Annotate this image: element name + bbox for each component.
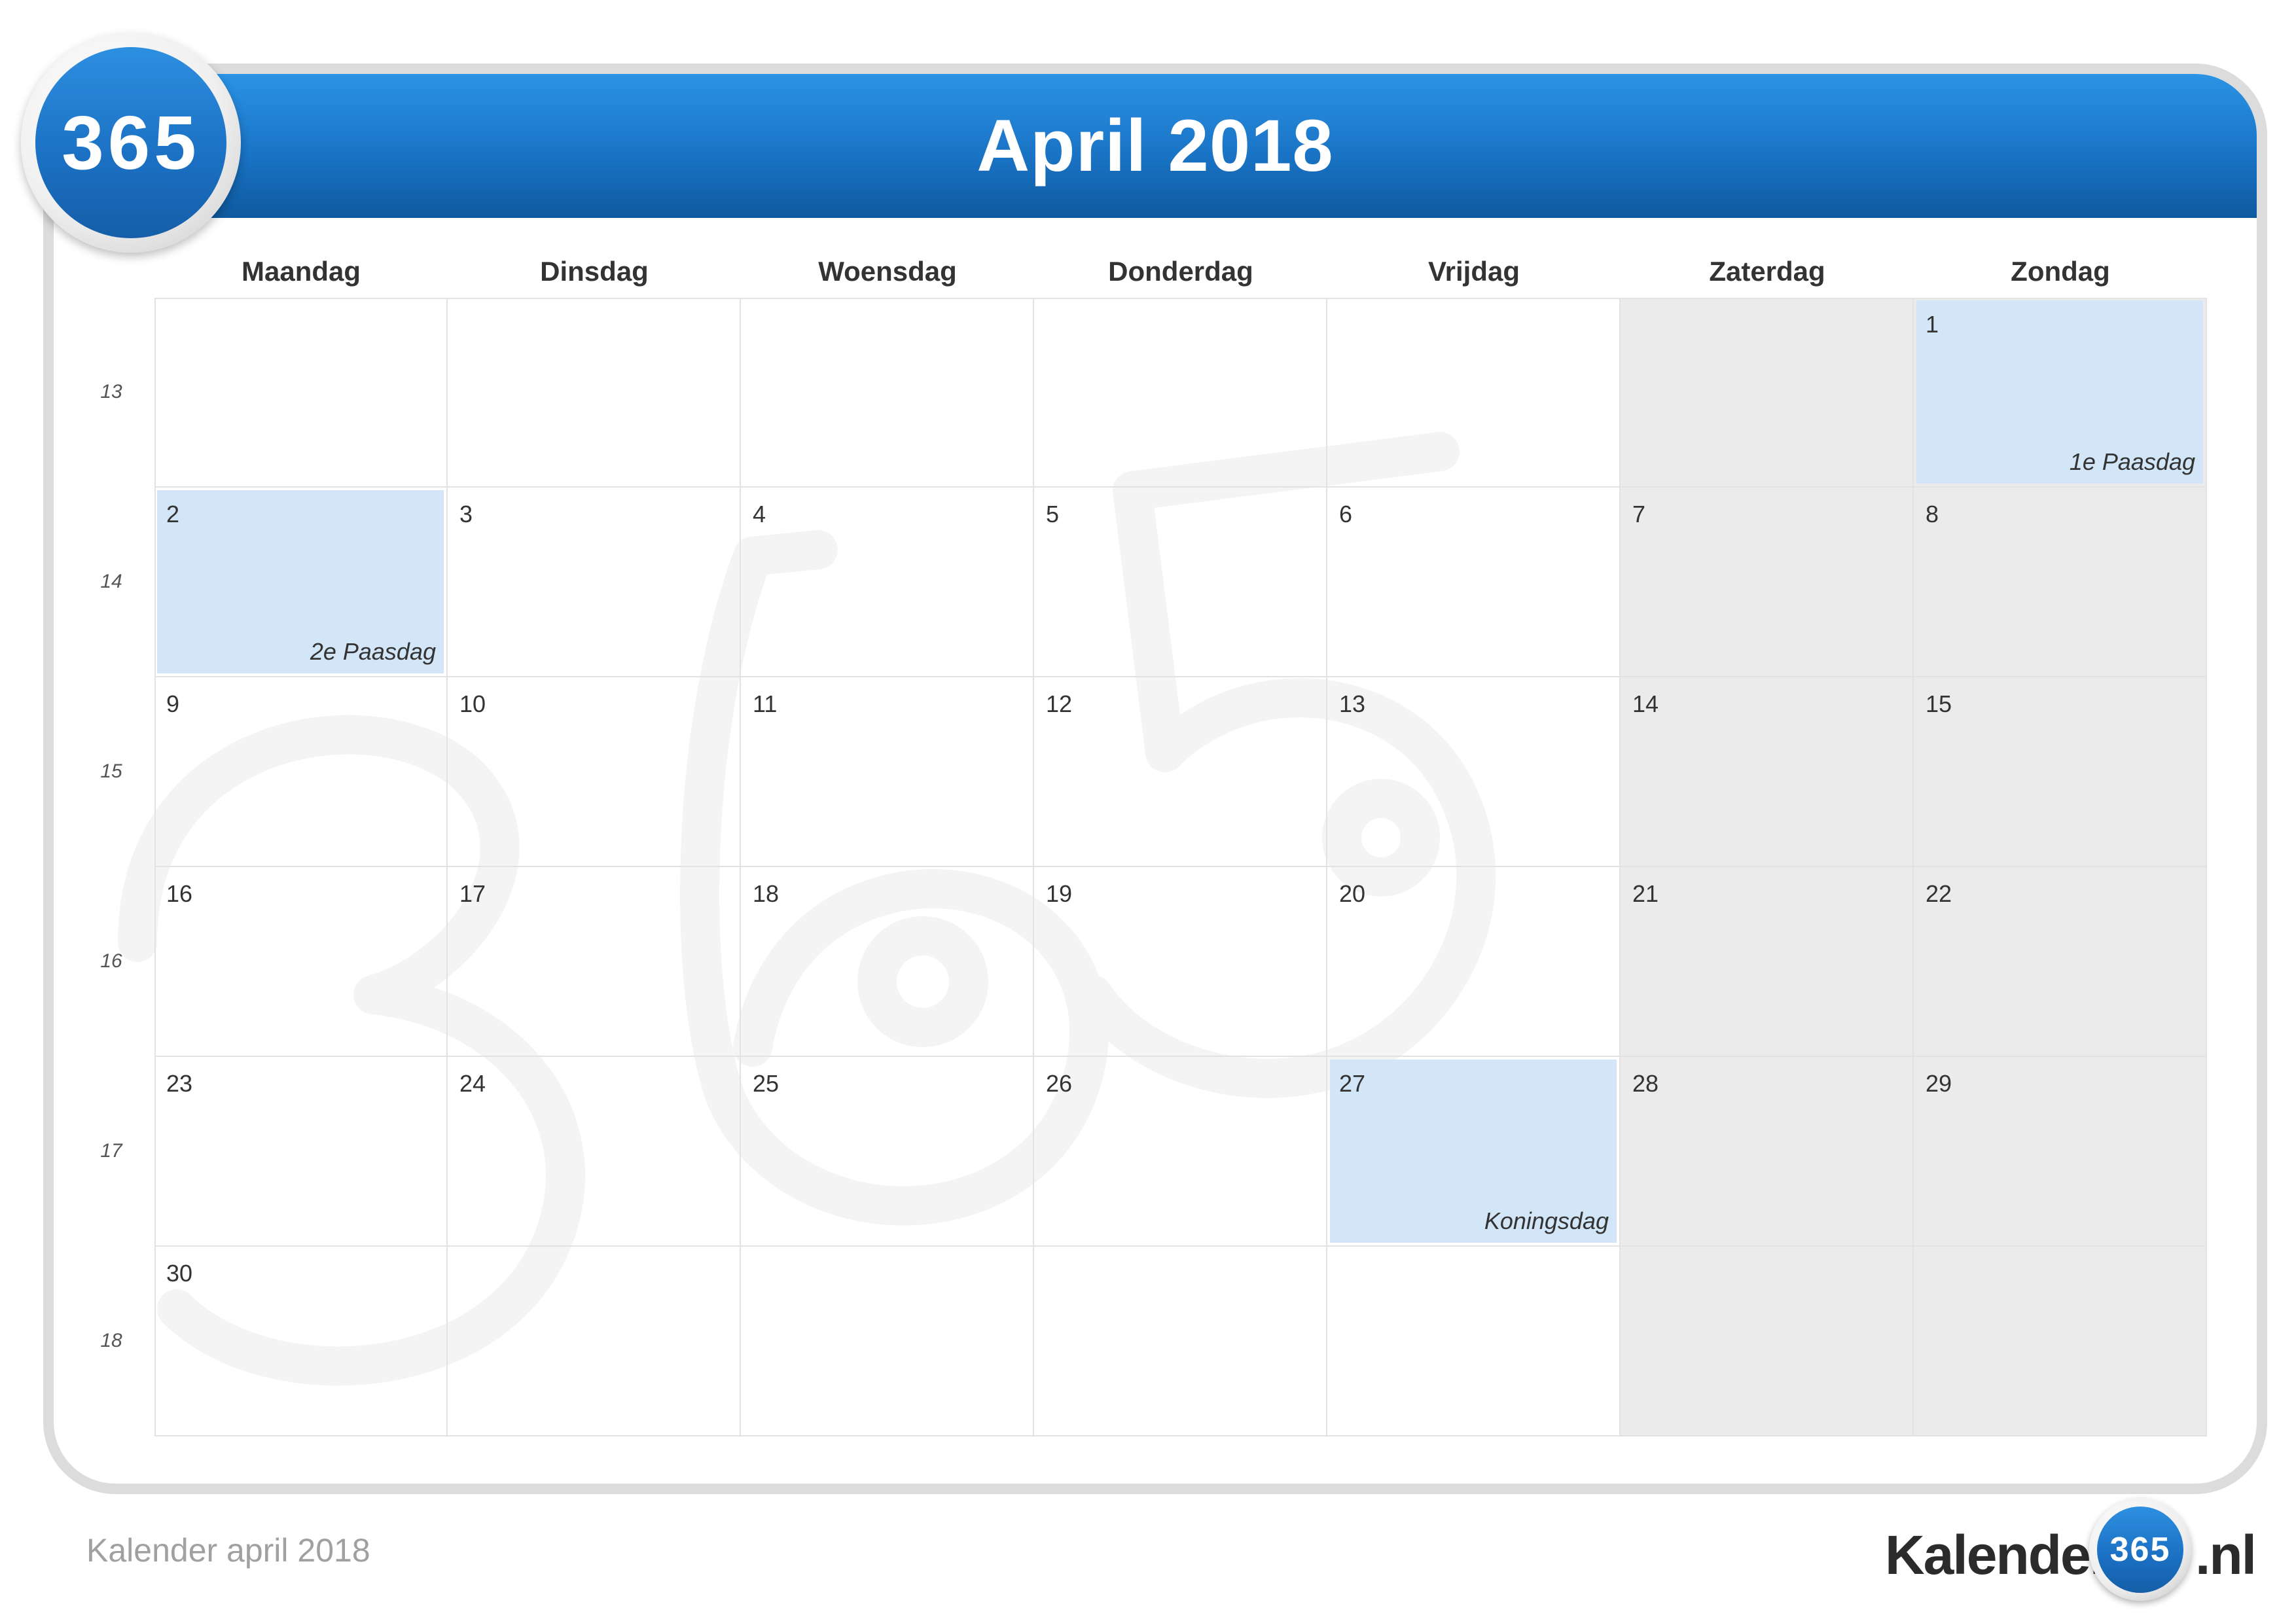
day-cell[interactable]: 10 [448, 677, 741, 867]
badge-365-text: 365 [35, 47, 226, 238]
weekday-header: Donderdag [1108, 256, 1253, 287]
day-cell[interactable]: 17 [448, 867, 741, 1057]
day-cell[interactable]: 25 [741, 1057, 1034, 1247]
calendar-grid: 30 29 28 27 Koningsdag 26 25 24 23 22 21 20 19 18 17 16… [154, 298, 2207, 1436]
empty-day-cell [741, 1247, 1034, 1436]
empty-day-cell [1621, 1247, 1914, 1436]
day-number: 2 [166, 501, 180, 527]
day-number: 22 [1926, 880, 1952, 907]
week-number: 13 [100, 381, 122, 402]
empty-day-cell [741, 298, 1034, 488]
day-number: 19 [1046, 880, 1073, 907]
weekday-header: Zaterdag [1709, 256, 1825, 287]
day-cell[interactable]: 27 Koningsdag [1327, 1057, 1621, 1247]
day-number: 1 [1926, 311, 1939, 338]
logo-badge-text: 365 [2097, 1507, 2183, 1593]
day-number: 21 [1632, 880, 1659, 907]
day-cell[interactable]: 11 [741, 677, 1034, 867]
holiday-name: Koningsdag [1484, 1207, 1609, 1234]
day-number: 28 [1632, 1070, 1659, 1097]
empty-day-cell [154, 298, 448, 488]
footer-caption: Kalender april 2018 [86, 1532, 370, 1569]
day-number: 11 [753, 690, 778, 717]
day-cell[interactable]: 3 [448, 488, 741, 677]
day-cell[interactable]: 30 [154, 1247, 448, 1436]
day-number: 6 [1339, 501, 1353, 527]
day-number: 5 [1046, 501, 1060, 527]
day-cell[interactable]: 4 [741, 488, 1034, 677]
day-cell[interactable]: 29 [1914, 1057, 2207, 1247]
day-number: 12 [1046, 690, 1073, 717]
day-number: 14 [1632, 690, 1659, 717]
day-number: 26 [1046, 1070, 1073, 1097]
day-number: 25 [753, 1070, 780, 1097]
day-number: 24 [459, 1070, 486, 1097]
week-number: 15 [100, 760, 122, 782]
empty-day-cell [448, 1247, 741, 1436]
weekday-header: Vrijdag [1427, 256, 1520, 287]
day-cell[interactable]: 6 [1327, 488, 1621, 677]
badge-365: 365 [21, 33, 241, 253]
empty-day-cell [1034, 298, 1327, 488]
day-cell[interactable]: 20 [1327, 867, 1621, 1057]
day-number: 27 [1339, 1070, 1366, 1097]
weekday-header: Zondag [2011, 256, 2110, 287]
day-cell[interactable]: 28 [1621, 1057, 1914, 1247]
day-number: 13 [1339, 690, 1366, 717]
day-cell[interactable]: 26 [1034, 1057, 1327, 1247]
empty-day-cell [1034, 1247, 1327, 1436]
week-number: 16 [100, 950, 122, 972]
empty-day-cell [1621, 298, 1914, 488]
day-cell[interactable]: 15 [1914, 677, 2207, 867]
day-cell[interactable]: 18 [741, 867, 1034, 1057]
weekday-header: Maandag [241, 256, 361, 287]
holiday-name: 1e Paasdag [2069, 448, 2195, 475]
day-cell[interactable]: 5 [1034, 488, 1327, 677]
day-cell[interactable]: 16 [154, 867, 448, 1057]
logo-badge: 365 [2089, 1499, 2191, 1601]
day-number: 9 [166, 690, 180, 717]
day-number: 10 [459, 690, 486, 717]
empty-day-cell [1327, 298, 1621, 488]
day-cell[interactable]: 14 [1621, 677, 1914, 867]
day-cell[interactable]: 1 1e Paasdag [1914, 298, 2207, 488]
day-cell[interactable]: 13 [1327, 677, 1621, 867]
day-number: 29 [1926, 1070, 1952, 1097]
week-number: 14 [100, 571, 122, 592]
week-number: 18 [100, 1330, 122, 1351]
day-cell[interactable]: 8 [1914, 488, 2207, 677]
day-number: 15 [1926, 690, 1952, 717]
day-number: 30 [166, 1260, 193, 1287]
week-number: 17 [100, 1140, 122, 1162]
day-number: 4 [753, 501, 766, 527]
day-cell[interactable]: 19 [1034, 867, 1327, 1057]
day-cell[interactable]: 12 [1034, 677, 1327, 867]
day-number: 20 [1339, 880, 1366, 907]
day-number: 17 [459, 880, 486, 907]
holiday-name: 2e Paasdag [310, 638, 436, 665]
day-cell[interactable]: 22 [1914, 867, 2207, 1057]
month-title: April 2018 [977, 105, 1334, 187]
weekday-header: Dinsdag [540, 256, 649, 287]
day-number: 18 [753, 880, 780, 907]
weekday-header: Woensdag [818, 256, 957, 287]
empty-day-cell [448, 298, 741, 488]
empty-day-cell [1914, 1247, 2207, 1436]
day-cell[interactable]: 9 [154, 677, 448, 867]
empty-day-cell [1327, 1247, 1621, 1436]
day-number: 23 [166, 1070, 193, 1097]
logo-text-suffix: .nl [2195, 1524, 2257, 1586]
day-number: 8 [1926, 501, 1939, 527]
day-cell[interactable]: 21 [1621, 867, 1914, 1057]
day-cell[interactable]: 2 2e Paasdag [154, 488, 448, 677]
day-number: 7 [1632, 501, 1646, 527]
day-number: 3 [459, 501, 473, 527]
day-number: 16 [166, 880, 193, 907]
day-cell[interactable]: 23 [154, 1057, 448, 1247]
kalender365-logo[interactable]: Kalender 365 .nl [1885, 1499, 2257, 1603]
day-cell[interactable]: 24 [448, 1057, 741, 1247]
day-cell[interactable]: 7 [1621, 488, 1914, 677]
logo-text-kalender: Kalender [1885, 1524, 2111, 1586]
